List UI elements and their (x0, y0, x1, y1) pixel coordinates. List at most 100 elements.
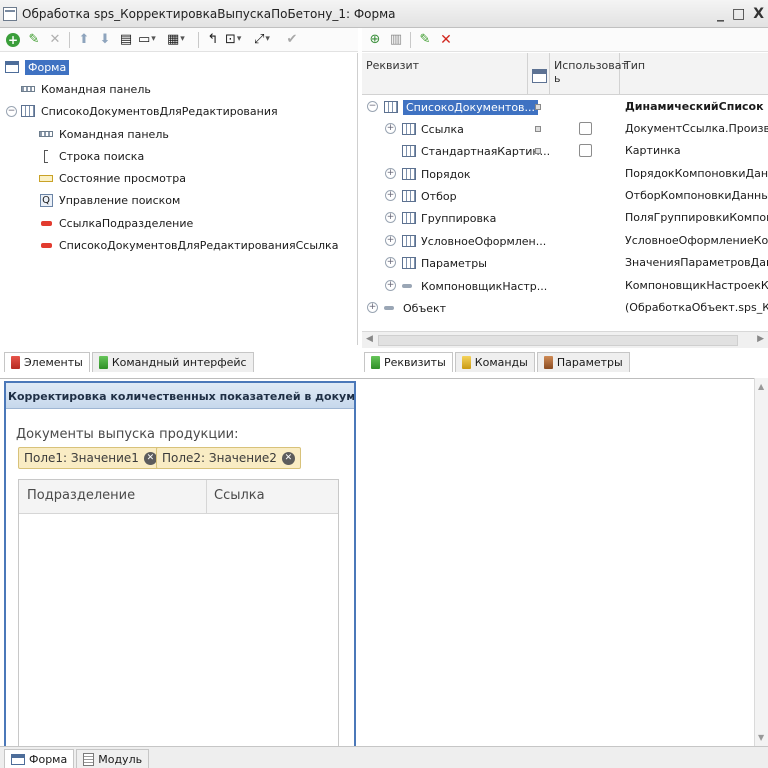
close-button[interactable]: X (753, 6, 764, 22)
attributes-tab-icon (371, 356, 380, 369)
command-interface-tab-icon (98, 356, 108, 369)
tree-item-document-list[interactable]: СписокоДокументовДляРедактирования (20, 101, 278, 121)
column-mark-icon (535, 148, 541, 154)
remove-filter-icon[interactable]: ✕ (281, 451, 295, 465)
tab-command-interface[interactable]: Командный интерфейс (91, 352, 254, 372)
minimize-button[interactable]: _ (717, 6, 724, 22)
expand-icon[interactable]: + (367, 302, 378, 313)
column-header-icon[interactable] (528, 53, 550, 95)
attribute-name: Объект (403, 301, 447, 315)
expand-icon[interactable]: + (385, 212, 396, 223)
tree-item-label: СписокоДокументовДляРедактирования (41, 104, 278, 118)
attribute-row[interactable]: + Параметры ЗначенияПараметровДанныхК (362, 252, 768, 274)
tree-item-search-control[interactable]: Q Управление поиском (38, 190, 180, 210)
attribute-row[interactable]: + Отбор ОтборКомпоновкиДанных (362, 185, 768, 207)
structure-icon[interactable]: ▤ (117, 31, 135, 49)
tab-label: Команды (474, 356, 528, 369)
column-header-use[interactable]: Использоват ь (550, 53, 628, 95)
command-panel-icon (38, 127, 54, 141)
filter-chip[interactable]: Поле2: Значение2 ✕ (156, 447, 301, 469)
form-preview-area: Корректировка количественных показателей… (0, 378, 768, 759)
collapse-icon[interactable]: − (6, 106, 17, 117)
expand-icon[interactable]: + (385, 257, 396, 268)
undo-icon[interactable]: ↰ (204, 31, 222, 49)
tab-parameters[interactable]: Параметры (536, 352, 630, 372)
attribute-type: ПоляГруппировкиКомпоновки (625, 211, 768, 224)
tab-form[interactable]: Форма (4, 749, 75, 768)
tab-label: Реквизиты (384, 356, 446, 369)
table-icon (384, 101, 400, 113)
tree-item-ref-document[interactable]: СписокоДокументовДляРедактированияСсылка (38, 235, 338, 255)
table-icon (402, 257, 418, 269)
attribute-row[interactable]: СтандартнаяКартин... Картинка (362, 140, 768, 162)
maximize-button[interactable]: □ (732, 6, 745, 22)
tree-item-label: Командная панель (59, 127, 169, 141)
delete-icon[interactable]: ✕ (437, 31, 455, 49)
table-icon (402, 123, 418, 135)
scrollbar-thumb[interactable] (378, 335, 738, 346)
tree-item-view-state[interactable]: Состояние просмотра (38, 168, 186, 188)
attributes-tabs: Реквизиты Команды Параметры (364, 350, 630, 372)
form-dropdown-icon[interactable]: ▭ (138, 31, 164, 49)
filter-chip[interactable]: Поле1: Значение1 ✕ (18, 447, 163, 469)
attribute-row[interactable]: + Объект (ОбработкаОбъект.sps_Корре (362, 297, 768, 319)
tab-commands[interactable]: Команды (454, 352, 535, 372)
attribute-name: СтандартнаяКартин... (421, 144, 551, 158)
horizontal-scrollbar[interactable]: ◀ ▶ (362, 331, 768, 348)
column-mark-icon (535, 126, 541, 132)
scroll-left-icon[interactable]: ◀ (366, 334, 373, 344)
collapse-icon[interactable]: − (367, 101, 378, 112)
column-header-attribute[interactable]: Реквизит (362, 53, 528, 95)
field-icon (38, 216, 54, 230)
documents-label: Документы выпуска продукции: (16, 427, 239, 442)
use-checkbox[interactable] (579, 122, 592, 135)
form-preview: Корректировка количественных показателей… (4, 381, 356, 759)
scroll-down-icon[interactable]: ▼ (758, 733, 764, 742)
expand-icon[interactable]: + (385, 123, 396, 134)
attribute-row[interactable]: + Группировка ПоляГруппировкиКомпоновки (362, 207, 768, 229)
tree-item-command-panel-nested[interactable]: Командная панель (38, 124, 169, 144)
attribute-row[interactable]: + Ссылка ДокументСсылка.Производств (362, 118, 768, 140)
attribute-row[interactable]: − СписокоДокументов... ДинамическийСписо… (362, 96, 768, 118)
attribute-row[interactable]: + Порядок ПорядокКомпоновкиДанных (362, 163, 768, 185)
tab-elements[interactable]: Элементы (4, 352, 90, 372)
tree-item-search-string[interactable]: Строка поиска (38, 146, 144, 166)
table-icon (402, 235, 418, 247)
attribute-row[interactable]: + КомпоновщикНастр... КомпоновщикНастрое… (362, 275, 768, 297)
tab-attributes[interactable]: Реквизиты (364, 352, 453, 372)
attribute-row[interactable]: + УсловноеОформлен... УсловноеОформление… (362, 230, 768, 252)
table-icon (402, 212, 418, 224)
column-header-type[interactable]: Тип (620, 53, 768, 95)
delete-icon[interactable]: ✕ (46, 31, 64, 49)
expand-icon[interactable]: + (385, 168, 396, 179)
tab-module[interactable]: Модуль (76, 749, 150, 768)
edit-icon[interactable]: ✎ (25, 31, 43, 49)
use-checkbox[interactable] (579, 144, 592, 157)
expand-icon[interactable]: + (385, 280, 396, 291)
tree-item-ref-department[interactable]: СсылкаПодразделение (38, 213, 193, 233)
remove-filter-icon[interactable]: ✕ (143, 451, 157, 465)
column-header-department[interactable]: Подразделение (27, 488, 135, 503)
add-icon[interactable]: + (4, 31, 22, 49)
edit-icon[interactable]: ✎ (416, 31, 434, 49)
tree-item-form[interactable]: Форма (4, 57, 70, 77)
display-dropdown-icon[interactable]: ▦ (167, 31, 193, 49)
resize-dropdown-icon[interactable]: ⊡ (225, 31, 251, 49)
scroll-right-icon[interactable]: ▶ (757, 334, 764, 344)
scroll-up-icon[interactable]: ▲ (758, 382, 764, 391)
move-up-icon[interactable]: ⬆ (75, 31, 93, 49)
expand-icon[interactable]: + (385, 190, 396, 201)
add-attribute-icon[interactable]: ⊕ (366, 31, 384, 49)
document-list-table[interactable]: Подразделение Ссылка (18, 479, 339, 759)
attribute-icon[interactable]: ▥ (387, 31, 405, 49)
check-icon[interactable]: ✔ (283, 31, 301, 49)
expand-icon[interactable]: + (385, 235, 396, 246)
vertical-scrollbar[interactable]: ▲ ▼ (754, 378, 768, 746)
column-header-link[interactable]: Ссылка (214, 488, 265, 503)
view-state-icon (38, 171, 54, 185)
toolbar-separator (410, 31, 411, 48)
attribute-name: Параметры (421, 256, 487, 270)
arrows-dropdown-icon[interactable]: ⤢ (254, 31, 280, 49)
tree-item-command-panel[interactable]: Командная панель (20, 79, 151, 99)
move-down-icon[interactable]: ⬇ (96, 31, 114, 49)
